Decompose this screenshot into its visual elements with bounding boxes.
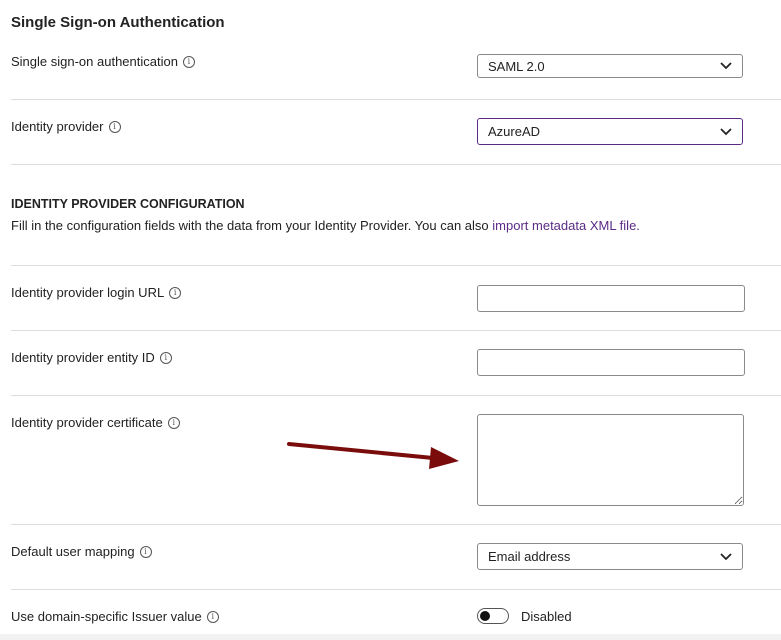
- login-url-label: Identity provider login URL: [11, 285, 165, 300]
- identity-provider-label: Identity provider: [11, 119, 104, 134]
- bottom-bar: [0, 634, 781, 640]
- certificate-textarea[interactable]: [477, 414, 744, 506]
- chevron-down-icon: [720, 62, 732, 70]
- chevron-down-icon: [720, 552, 732, 560]
- info-icon[interactable]: i: [108, 120, 121, 133]
- identity-provider-select-value: AzureAD: [488, 124, 541, 139]
- identity-provider-select[interactable]: AzureAD: [477, 118, 743, 145]
- login-url-input[interactable]: [477, 285, 745, 312]
- divider: [11, 395, 781, 396]
- info-icon[interactable]: i: [159, 351, 172, 364]
- entity-id-label: Identity provider entity ID: [11, 350, 155, 365]
- issuer-toggle[interactable]: [477, 608, 509, 624]
- red-arrow-annotation-icon: [287, 442, 459, 469]
- sso-auth-select-value: SAML 2.0: [488, 58, 545, 74]
- login-url-label-row: Identity provider login URL i: [11, 285, 182, 300]
- issuer-label-row: Use domain-specific Issuer value i: [11, 609, 219, 624]
- divider: [11, 99, 781, 100]
- info-icon[interactable]: i: [167, 416, 180, 429]
- user-mapping-label: Default user mapping: [11, 544, 135, 559]
- entity-id-input[interactable]: [477, 349, 745, 376]
- sso-auth-label: Single sign-on authentication: [11, 54, 178, 69]
- chevron-down-icon: [720, 127, 732, 135]
- identity-provider-label-row: Identity provider i: [11, 119, 121, 134]
- issuer-toggle-state: Disabled: [521, 609, 572, 624]
- divider: [11, 589, 781, 590]
- toggle-knob: [480, 611, 490, 621]
- user-mapping-label-row: Default user mapping i: [11, 544, 152, 559]
- section-title: Single Sign-on Authentication: [11, 14, 225, 31]
- user-mapping-select-value: Email address: [488, 549, 571, 564]
- config-description: Fill in the configuration fields with th…: [11, 218, 489, 233]
- certificate-label: Identity provider certificate: [11, 415, 163, 430]
- divider: [11, 524, 781, 525]
- sso-auth-select[interactable]: SAML 2.0: [477, 54, 743, 78]
- config-description-row: Fill in the configuration fields with th…: [11, 218, 640, 233]
- info-icon[interactable]: i: [169, 286, 182, 299]
- divider: [11, 330, 781, 331]
- divider: [11, 265, 781, 266]
- entity-id-label-row: Identity provider entity ID i: [11, 350, 172, 365]
- user-mapping-select[interactable]: Email address: [477, 543, 743, 570]
- divider: [11, 164, 781, 165]
- info-icon[interactable]: i: [139, 545, 152, 558]
- certificate-label-row: Identity provider certificate i: [11, 415, 180, 430]
- sso-settings-page: Single Sign-on Authentication Single sig…: [0, 0, 781, 640]
- issuer-label: Use domain-specific Issuer value: [11, 609, 202, 624]
- info-icon[interactable]: i: [182, 55, 195, 68]
- sso-auth-label-row: Single sign-on authentication i: [11, 54, 195, 69]
- import-metadata-link[interactable]: import metadata XML file.: [492, 218, 640, 233]
- config-heading: IDENTITY PROVIDER CONFIGURATION: [11, 197, 245, 211]
- info-icon[interactable]: i: [206, 610, 219, 623]
